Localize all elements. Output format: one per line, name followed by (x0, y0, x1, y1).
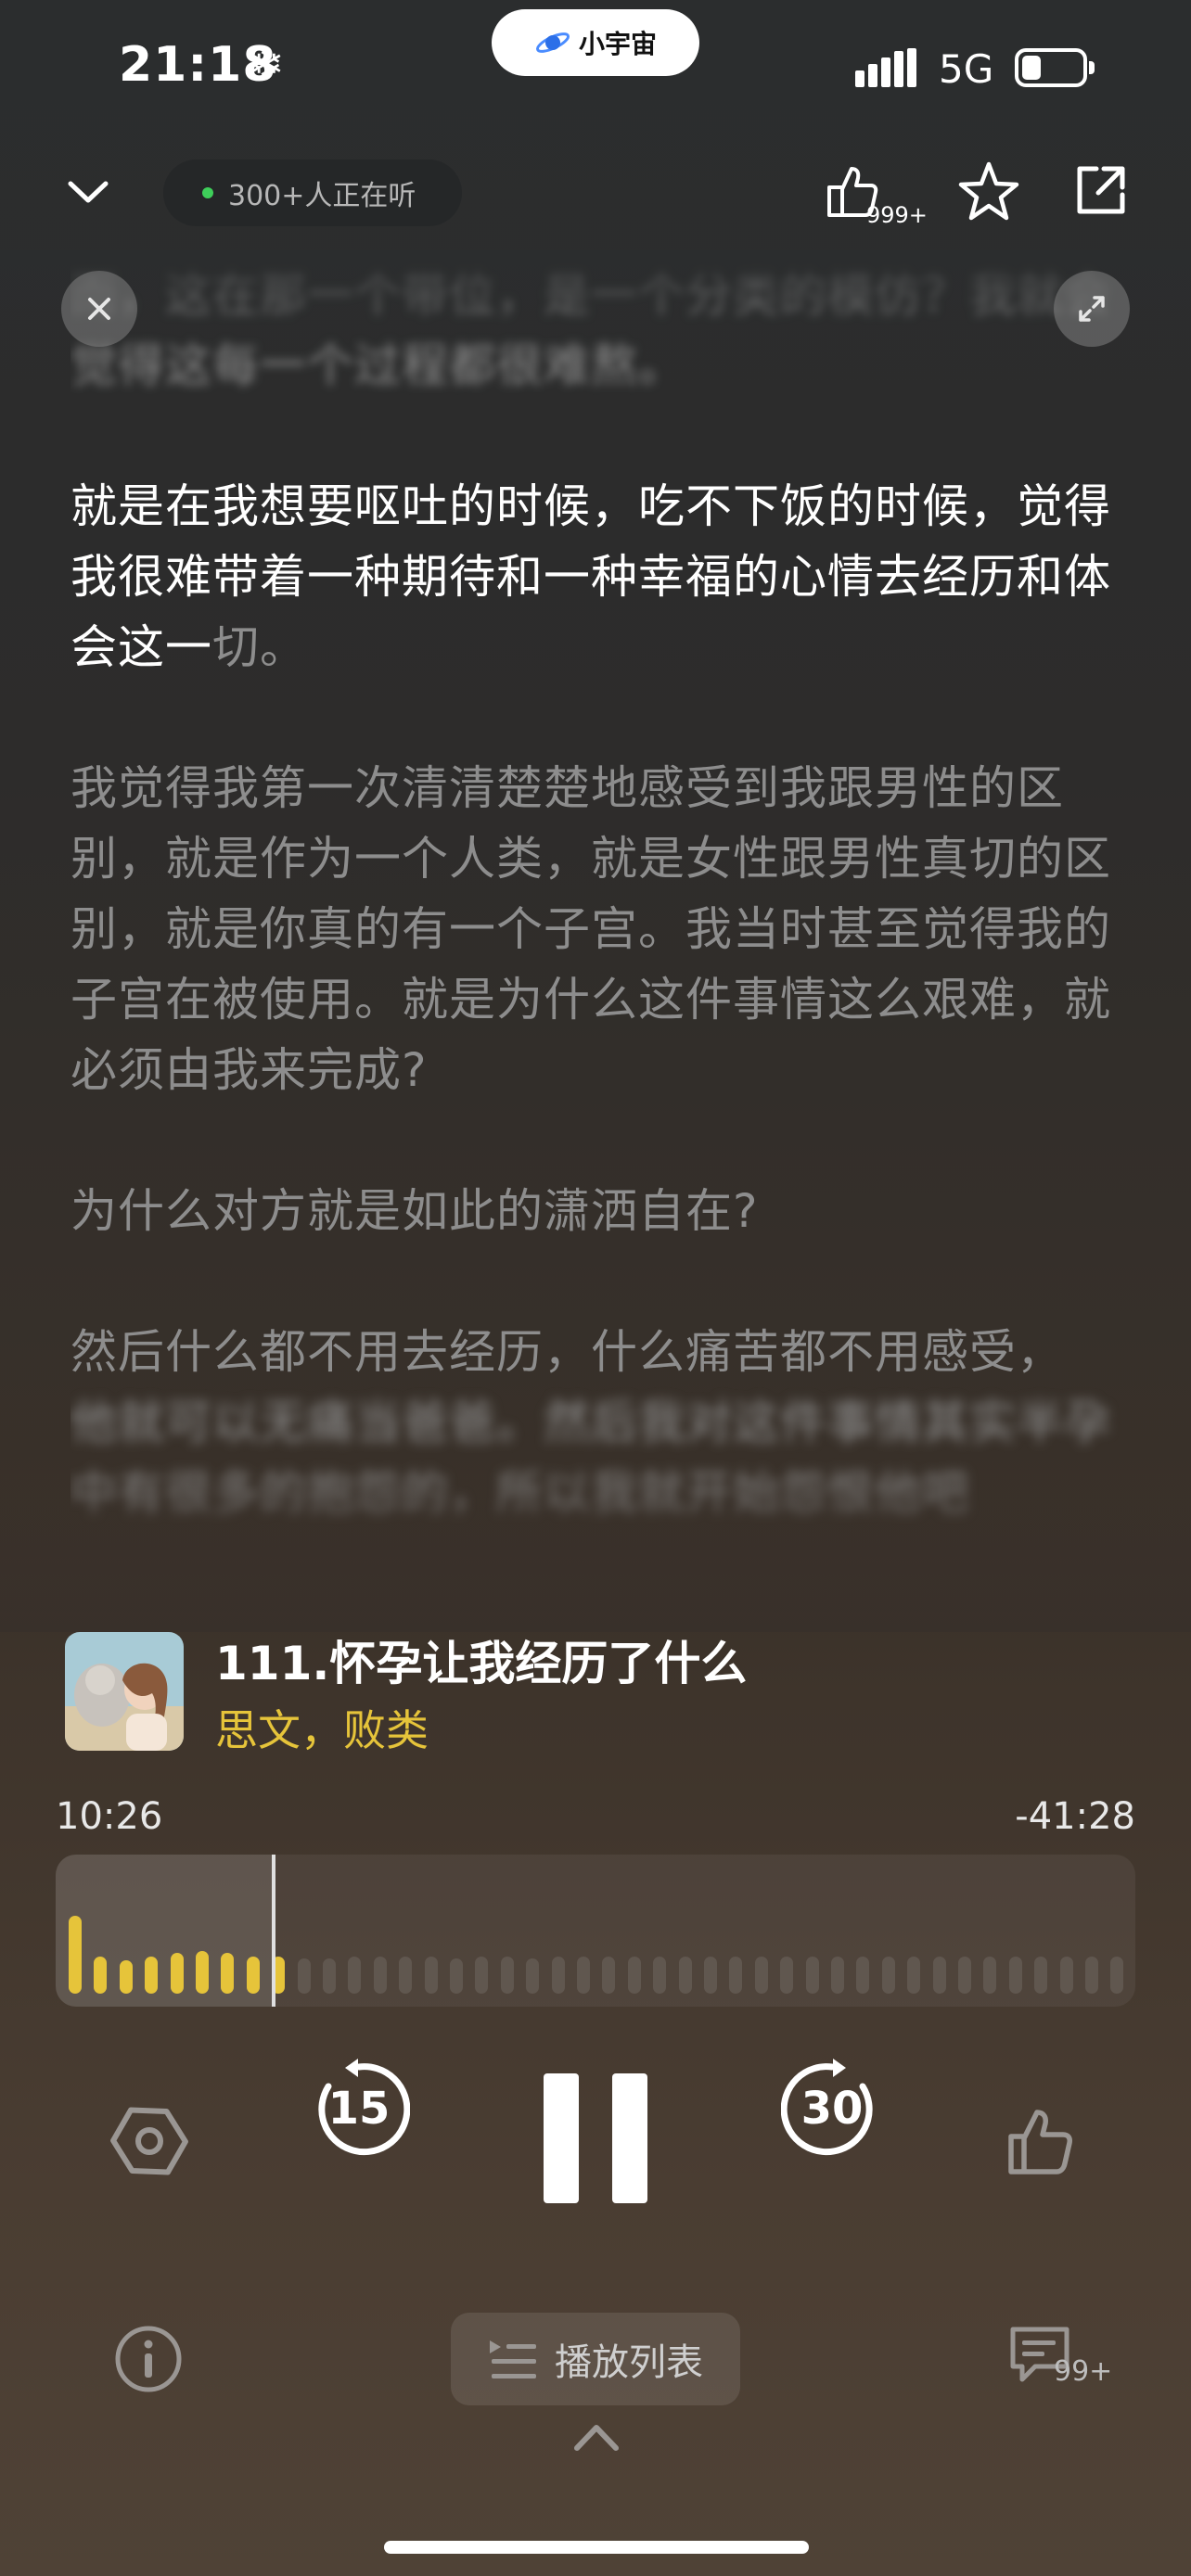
transcript-line-blurred: 他就可以无痛当爸爸。然后我对这件事情其实半孕中有很多的抱怨的，所以我就开始怨恨他… (70, 1396, 1111, 1520)
waveform-bar (221, 1953, 235, 1994)
waveform-bar (627, 1957, 641, 1994)
transcript-paragraph-current: 就是在我想要呕吐的时候，吃不下饭的时候，觉得我很难带着一种期待和一种幸福的心情去… (70, 471, 1128, 682)
star-icon[interactable] (957, 159, 1020, 223)
waveform-bar (196, 1951, 209, 1994)
episode-title[interactable]: 111.怀孕让我经历了什么 (215, 1626, 747, 1693)
chevron-down-icon[interactable] (65, 169, 111, 215)
island-label: 小宇宙 (578, 29, 657, 59)
waveform-bar (246, 1957, 260, 1994)
comment-count: 99+ (1054, 2355, 1113, 2388)
like-count: 999+ (866, 202, 928, 228)
waveform-bar (373, 1957, 387, 1994)
waveform-bar (704, 1957, 717, 1994)
playlist-icon (490, 2340, 536, 2378)
listeners-badge: 300+人正在听 (163, 159, 462, 226)
expand-icon (1079, 296, 1105, 322)
waveform-bar (450, 1958, 463, 1994)
playhead[interactable] (272, 1855, 275, 2007)
waveform-bar (348, 1957, 362, 1994)
settings-icon[interactable] (109, 2101, 189, 2181)
close-transcript-button[interactable] (61, 271, 137, 347)
waveform-bar (119, 1960, 133, 1994)
waveform-bar (958, 1957, 971, 1994)
waveform-bar (1008, 1957, 1022, 1994)
elapsed-time: 10:26 (56, 1795, 163, 1838)
waveform-bar (69, 1916, 82, 1994)
transcript-paragraph: 然后什么都不用去经历，什么痛苦都不用感受， 他就可以无痛当爸爸。然后我对这件事情… (70, 1317, 1128, 1528)
rewind-seconds: 15 (327, 2083, 391, 2135)
waveform-bar (577, 1957, 590, 1994)
cellular-signal-icon (855, 48, 916, 87)
expand-transcript-button[interactable] (1054, 271, 1130, 347)
remaining-time: -41:28 (1015, 1795, 1135, 1838)
waveform-bar (805, 1957, 819, 1994)
waveform-scrubber[interactable] (56, 1855, 1135, 2007)
thumbs-up-icon[interactable] (1004, 2103, 1078, 2177)
waveform-bar (94, 1957, 108, 1994)
waveform-bar (729, 1957, 743, 1994)
waveform-bar (170, 1953, 184, 1994)
playlist-label: 播放列表 (555, 2341, 703, 2384)
waveform-bar (1034, 1957, 1048, 1994)
waveform-bar (983, 1957, 997, 1994)
waveform-bar (323, 1958, 336, 1994)
waveform-bar (297, 1958, 311, 1994)
forward-30-button[interactable]: 30 (780, 2059, 883, 2161)
dynamic-island-app-badge[interactable]: 小宇宙 (492, 9, 699, 76)
listeners-label: 300+人正在听 (228, 180, 416, 212)
transcript-paragraph-prev: 而，这在那一个带位，是一个分类的模仿？我就会觉得这每一个过程都很难熬。 (70, 268, 1111, 392)
transcript-panel[interactable]: 而，这在那一个带位，是一个分类的模仿？我就会觉得这每一个过程都很难熬。 就是在我… (70, 260, 1128, 1604)
planet-icon (535, 32, 570, 53)
home-indicator[interactable] (384, 2541, 809, 2554)
forward-seconds: 30 (800, 2083, 864, 2135)
waveform-bar (424, 1957, 438, 1994)
waveform-bar (831, 1957, 844, 1994)
waveform-bar (145, 1957, 159, 1994)
waveform-bar (754, 1957, 768, 1994)
chevron-up-icon[interactable] (571, 2420, 621, 2454)
waveform-bar (881, 1957, 895, 1994)
transcript-current-upcoming: 切。 (212, 620, 307, 674)
waveform-bar (475, 1957, 489, 1994)
transcript-paragraph: 为什么对方就是如此的潇洒自在? (70, 1184, 759, 1238)
waveform-bar (907, 1957, 921, 1994)
waveform-bar (500, 1957, 514, 1994)
transcript-line: 然后什么都不用去经历，什么痛苦都不用感受， (70, 1325, 1064, 1379)
waveform-bar (1059, 1957, 1073, 1994)
episode-cover[interactable] (65, 1632, 184, 1751)
played-region (56, 1855, 274, 2007)
waveform-bar (653, 1957, 667, 1994)
share-icon[interactable] (1072, 161, 1130, 219)
waveform-bar (602, 1957, 616, 1994)
cover-illustration (65, 1632, 184, 1751)
waveform-bar (1110, 1957, 1124, 1994)
battery-icon (1015, 48, 1095, 87)
episode-author[interactable]: 思文，败类 (215, 1697, 429, 1758)
waveform-bar (1085, 1957, 1098, 1994)
pause-button[interactable] (544, 2073, 647, 2203)
network-type: 5G (939, 46, 994, 92)
waveform-bar (526, 1958, 540, 1994)
info-icon[interactable] (113, 2324, 184, 2394)
close-icon (88, 298, 110, 320)
rewind-15-button[interactable]: 15 (308, 2059, 411, 2161)
playlist-button[interactable]: 播放列表 (451, 2313, 740, 2405)
waveform-bar (780, 1957, 794, 1994)
waveform-bar (399, 1957, 413, 1994)
snowflake-icon: ❄ (249, 39, 285, 89)
waveform-bar (551, 1957, 565, 1994)
transcript-paragraph: 我觉得我第一次清清楚楚地感受到我跟男性的区别，就是作为一个人类，就是女性跟男性真… (70, 761, 1111, 1097)
waveform-bar (678, 1957, 692, 1994)
waveform-bar (856, 1957, 870, 1994)
waveform-bar (932, 1957, 946, 1994)
live-dot-icon (202, 187, 213, 198)
